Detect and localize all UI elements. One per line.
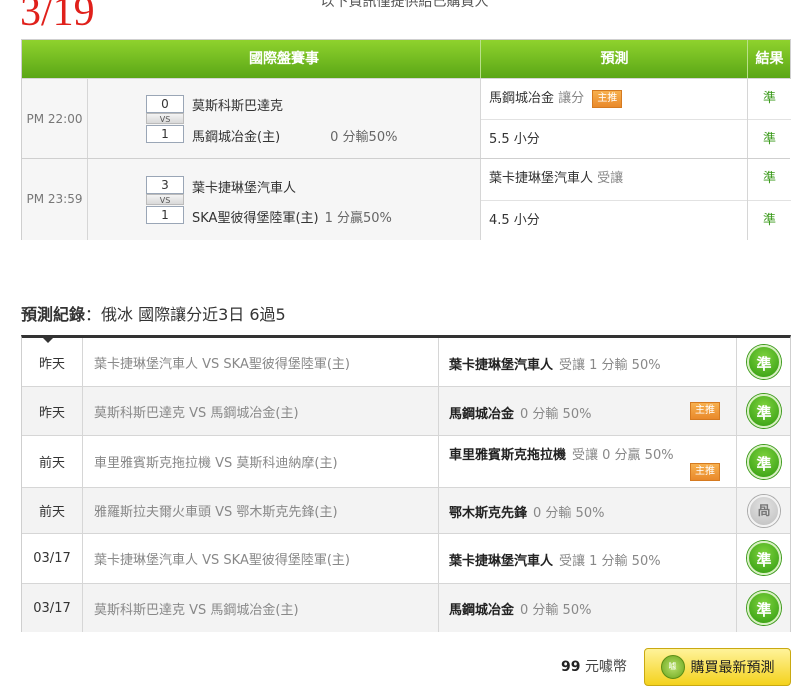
record-match: 莫斯科斯巴達克 VS 馬鋼城冶金(主) — [94, 405, 299, 421]
home-score: 3 — [146, 176, 184, 194]
record-match: 莫斯科斯巴達克 VS 馬鋼城冶金(主) — [94, 602, 299, 618]
prediction-pick: 4.5 小分 — [489, 213, 540, 228]
match-results: 準 準 — [747, 79, 791, 159]
home-team: 莫斯科斯巴達克 — [192, 99, 284, 114]
record-title: 預測紀錄：俄冰 國際讓分近3日 6過5 — [21, 301, 286, 325]
record-pick: 鄂木斯克先鋒 0 分輸 50% — [438, 488, 736, 533]
record-pick-detail: 受讓 1 分輸 50% — [559, 554, 661, 569]
match-teams: 0 莫斯科斯巴達克 VS 1 馬鋼城冶金(主) 0 分輸50% — [88, 79, 480, 159]
vs-label: VS — [146, 113, 184, 124]
record-pick-team: 葉卡捷琳堡汽車人 — [449, 358, 554, 373]
record-row: 昨天 莫斯科斯巴達克 VS 馬鋼城冶金(主) 馬鋼城冶金 0 分輸 50% 主推 … — [22, 387, 790, 436]
result-cell: 準 — [748, 119, 791, 160]
price-label: 99 元噱幣 — [561, 656, 627, 676]
record-pick-team: 鄂木斯克先鋒 — [449, 506, 528, 521]
record-pick: 馬鋼城冶金 0 分輸 50% — [438, 584, 736, 632]
prediction-pick: 馬鋼城冶金 — [489, 91, 555, 106]
record-match: 葉卡捷琳堡汽車人 VS SKA聖彼得堡陸軍(主) — [94, 356, 350, 372]
record-title-bold: 預測紀錄 — [21, 305, 86, 324]
record-pick-detail: 受讓 1 分輸 50% — [559, 358, 661, 373]
record-pick: 葉卡捷琳堡汽車人 受讓 1 分輸 50% — [438, 338, 736, 386]
header-result: 結果 — [747, 40, 791, 78]
prediction-cell: 4.5 小分 — [481, 200, 748, 240]
record-date: 昨天 — [22, 338, 83, 386]
header-prediction: 預測 — [480, 40, 748, 78]
record-pick-team: 葉卡捷琳堡汽車人 — [449, 554, 554, 569]
record-pick-detail: 0 分輸 50% — [520, 407, 592, 422]
result-push-icon: 咼 — [748, 495, 780, 527]
match-time: PM 23:59 — [22, 159, 88, 240]
prediction-note: 讓分 — [558, 91, 585, 106]
match-results: 準 準 — [747, 159, 791, 240]
record-date: 前天 — [22, 488, 83, 533]
main-pick-badge: 主推 — [592, 90, 623, 108]
record-pick: 馬鋼城冶金 0 分輸 50% 主推 — [438, 387, 736, 435]
record-date: 03/17 — [22, 584, 83, 632]
result-win-icon: 準 — [747, 445, 781, 479]
record-title-summary: ：俄冰 國際讓分近3日 6過5 — [85, 305, 286, 324]
prediction-cell: 馬鋼城冶金 讓分 主推 — [481, 79, 748, 119]
record-date: 03/17 — [22, 534, 83, 583]
result-win-icon: 準 — [747, 591, 781, 625]
prediction-table: 國際盤賽事 預測 結果 PM 22:00 0 莫斯科斯巴達克 VS 1 馬鋼城冶… — [21, 39, 791, 240]
away-team: SKA聖彼得堡陸軍(主) — [192, 211, 319, 226]
record-date: 昨天 — [22, 387, 83, 435]
buy-button-label: 購買最新預測 — [690, 660, 775, 676]
header-match: 國際盤賽事 — [249, 51, 319, 67]
vs-label: VS — [146, 194, 184, 205]
record-pick-detail: 0 分輸 50% — [520, 603, 592, 618]
away-score: 1 — [146, 206, 184, 224]
away-team: 馬鋼城冶金(主) — [192, 130, 281, 145]
coin-icon: 噱 — [660, 655, 685, 679]
main-pick-badge: 主推 — [690, 402, 720, 420]
prediction-cell: 葉卡捷琳堡汽車人 受讓 — [481, 159, 748, 199]
record-date: 前天 — [22, 436, 83, 487]
price-currency: 元噱幣 — [584, 659, 627, 675]
match-row: PM 23:59 3 葉卡捷琳堡汽車人 VS 1 SKA聖彼得堡陸軍(主) 1 分… — [22, 158, 791, 240]
record-row: 前天 車里雅賓斯克拖拉機 VS 莫斯科迪納摩(主) 車里雅賓斯克拖拉機 受讓 0 … — [22, 436, 790, 488]
record-match: 葉卡捷琳堡汽車人 VS SKA聖彼得堡陸軍(主) — [94, 553, 350, 568]
result-cell: 準 — [762, 171, 776, 186]
record-row: 03/17 莫斯科斯巴達克 VS 馬鋼城冶金(主) 馬鋼城冶金 0 分輸 50% … — [22, 584, 790, 632]
record-pick-team: 車里雅賓斯克拖拉機 — [449, 448, 567, 463]
match-row: PM 22:00 0 莫斯科斯巴達克 VS 1 馬鋼城冶金(主) 0 分輸50% … — [22, 78, 791, 159]
home-score: 0 — [146, 95, 184, 113]
buy-latest-prediction-button[interactable]: 噱 購買最新預測 — [644, 648, 791, 686]
purchase-notice: 以下資訊僅提供給已購買人 — [320, 0, 489, 10]
result-cell: 準 — [748, 200, 791, 241]
prediction-pick: 葉卡捷琳堡汽車人 — [489, 171, 594, 186]
main-pick-badge: 主推 — [690, 463, 720, 481]
result-win-icon: 準 — [747, 345, 781, 379]
record-row: 昨天 葉卡捷琳堡汽車人 VS SKA聖彼得堡陸軍(主) 葉卡捷琳堡汽車人 受讓 1… — [22, 338, 790, 387]
handicap: 0 分輸50% — [330, 130, 398, 145]
prediction-note: 受讓 — [597, 171, 624, 186]
record-match: 雅羅斯拉夫爾火車頭 VS 鄂木斯克先鋒(主) — [94, 505, 338, 520]
record-row: 前天 雅羅斯拉夫爾火車頭 VS 鄂木斯克先鋒(主) 鄂木斯克先鋒 0 分輸 50%… — [22, 488, 790, 534]
match-teams: 3 葉卡捷琳堡汽車人 VS 1 SKA聖彼得堡陸軍(主) 1 分贏50% — [88, 159, 480, 240]
match-predictions: 葉卡捷琳堡汽車人 受讓 4.5 小分 — [480, 159, 748, 240]
result-win-icon: 準 — [747, 394, 781, 428]
record-table: 昨天 葉卡捷琳堡汽車人 VS SKA聖彼得堡陸軍(主) 葉卡捷琳堡汽車人 受讓 1… — [21, 335, 791, 632]
result-win-icon: 準 — [747, 541, 781, 575]
prediction-pick: 5.5 小分 — [489, 132, 540, 147]
match-predictions: 馬鋼城冶金 讓分 主推 5.5 小分 — [480, 79, 748, 159]
record-match: 車里雅賓斯克拖拉機 VS 莫斯科迪納摩(主) — [94, 456, 338, 471]
prediction-cell: 5.5 小分 — [481, 119, 748, 159]
prediction-table-header: 國際盤賽事 預測 結果 — [22, 40, 790, 78]
record-pick-detail: 0 分輸 50% — [533, 506, 605, 521]
record-pick: 葉卡捷琳堡汽車人 受讓 1 分輸 50% — [438, 534, 736, 583]
match-time: PM 22:00 — [22, 79, 88, 159]
result-cell: 準 — [762, 91, 776, 106]
away-score: 1 — [146, 125, 184, 143]
home-team: 葉卡捷琳堡汽車人 — [192, 181, 297, 196]
record-pick-team: 馬鋼城冶金 — [449, 603, 515, 618]
price-value: 99 — [561, 659, 581, 675]
handicap: 1 分贏50% — [324, 211, 392, 226]
date-label: 3/19 — [20, 0, 95, 35]
record-pick-team: 馬鋼城冶金 — [449, 407, 515, 422]
record-row: 03/17 葉卡捷琳堡汽車人 VS SKA聖彼得堡陸軍(主) 葉卡捷琳堡汽車人受… — [22, 534, 790, 584]
record-pick: 車里雅賓斯克拖拉機 受讓 0 分贏 50% 主推 — [438, 436, 736, 487]
record-pick-detail: 受讓 0 分贏 50% — [572, 448, 674, 463]
